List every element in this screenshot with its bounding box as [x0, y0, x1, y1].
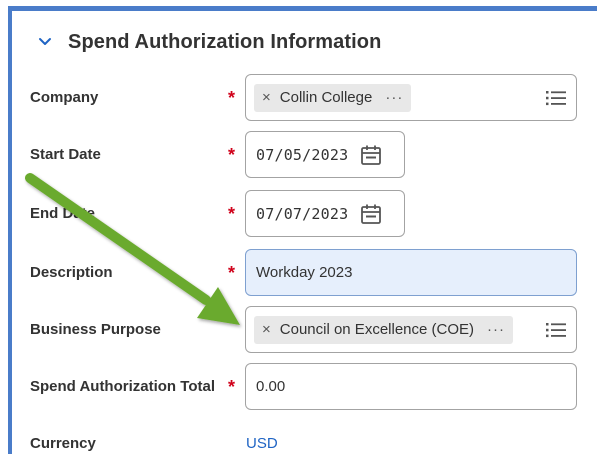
end-date-required-marker: * [228, 204, 236, 224]
company-remove-icon[interactable]: × [262, 90, 271, 105]
company-more-icon[interactable]: ··· [385, 89, 403, 106]
start-date-value: 07/05/2023 [256, 145, 349, 164]
company-selected-pill: × Collin College ··· [254, 83, 412, 112]
section-header[interactable]: Spend Authorization Information [36, 28, 381, 56]
company-field[interactable]: × Collin College ··· [245, 74, 577, 121]
spend-total-required-marker: * [228, 377, 236, 397]
chevron-down-icon[interactable] [36, 33, 54, 51]
end-date-label: End Date [30, 205, 96, 222]
end-date-field[interactable]: 07/07/2023 [245, 190, 405, 237]
company-label: Company [30, 89, 99, 106]
start-date-label: Start Date [30, 146, 101, 163]
business-purpose-value: Council on Excellence (COE) [279, 321, 475, 338]
spend-total-value: 0.00 [256, 378, 286, 395]
description-field[interactable]: Workday 2023 [245, 249, 577, 296]
prompt-list-icon[interactable] [546, 322, 566, 338]
description-required-marker: * [228, 263, 236, 283]
start-date-required-marker: * [228, 145, 236, 165]
section-left-border [8, 6, 12, 454]
spend-total-label: Spend Authorization Total [30, 378, 215, 395]
currency-link[interactable]: USD [246, 435, 278, 453]
prompt-list-icon[interactable] [546, 90, 566, 106]
business-purpose-label: Business Purpose [30, 321, 161, 338]
business-purpose-remove-icon[interactable]: × [262, 322, 271, 337]
start-date-field[interactable]: 07/05/2023 [245, 131, 405, 178]
calendar-icon[interactable] [360, 144, 382, 166]
spend-authorization-page: Spend Authorization Information Company … [0, 0, 597, 454]
company-value: Collin College [279, 89, 373, 106]
spend-total-field[interactable]: 0.00 [245, 363, 577, 410]
calendar-icon[interactable] [360, 203, 382, 225]
section-title: Spend Authorization Information [68, 30, 382, 53]
business-purpose-selected-pill: × Council on Excellence (COE) ··· [254, 315, 514, 344]
business-purpose-more-icon[interactable]: ··· [487, 321, 505, 338]
business-purpose-field[interactable]: × Council on Excellence (COE) ··· [245, 306, 577, 353]
section-top-border [8, 6, 597, 11]
currency-label: Currency [30, 435, 96, 452]
company-required-marker: * [228, 88, 236, 108]
description-label: Description [30, 264, 113, 281]
description-value: Workday 2023 [256, 264, 353, 281]
end-date-value: 07/07/2023 [256, 204, 349, 223]
